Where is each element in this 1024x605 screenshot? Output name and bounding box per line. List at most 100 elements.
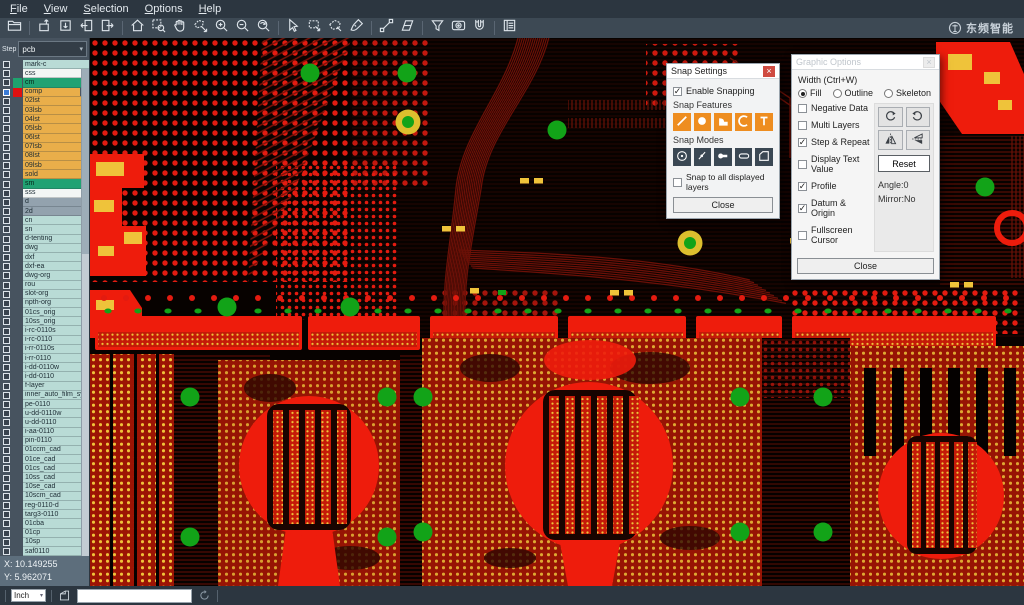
toolbar-rect-select-button[interactable]: [304, 19, 325, 37]
pcb-canvas[interactable]: Snap Settings × ✓ Enable Snapping Snap F…: [90, 38, 1024, 586]
layer-row[interactable]: i-rc-0110: [0, 336, 89, 345]
snap-mode-slot-outline-button[interactable]: [735, 148, 753, 166]
layer-visibility-checkbox[interactable]: [0, 216, 13, 225]
layer-visibility-checkbox[interactable]: [0, 124, 13, 133]
layer-row[interactable]: cm: [0, 78, 89, 87]
layer-row[interactable]: cn: [0, 216, 89, 225]
layer-row[interactable]: u-dd-0110: [0, 418, 89, 427]
layer-visibility-checkbox[interactable]: [0, 382, 13, 391]
layer-visibility-checkbox[interactable]: [0, 262, 13, 271]
layer-visibility-checkbox[interactable]: [0, 253, 13, 262]
snap-feature-corner-button[interactable]: [714, 113, 732, 131]
toolbar-page-arrow-right-button[interactable]: [97, 19, 118, 37]
layer-row[interactable]: i-rc-0110s: [0, 326, 89, 335]
layer-visibility-checkbox[interactable]: [0, 336, 13, 345]
layer-visibility-checkbox[interactable]: [0, 308, 13, 317]
layer-visibility-checkbox[interactable]: [0, 271, 13, 280]
sync-icon[interactable]: [197, 588, 212, 603]
toolbar-page-arrow-left-button[interactable]: [76, 19, 97, 37]
toolbar-zoom-region-button[interactable]: [148, 19, 169, 37]
layer-visibility-checkbox[interactable]: [0, 538, 13, 547]
graphic-checkbox-negative-data[interactable]: Negative Data: [798, 103, 872, 113]
layer-visibility-checkbox[interactable]: [0, 88, 13, 97]
layer-row[interactable]: 04lst: [0, 115, 89, 124]
reset-button[interactable]: Reset: [878, 155, 930, 172]
layer-row[interactable]: i-dd-0110: [0, 372, 89, 381]
snap-feature-text-button[interactable]: [755, 113, 773, 131]
graphic-checkbox-step-repeat[interactable]: ✓Step & Repeat: [798, 137, 872, 147]
layer-row[interactable]: i-dd-0110w: [0, 363, 89, 372]
layer-visibility-checkbox[interactable]: [0, 501, 13, 510]
layer-row[interactable]: sss: [0, 189, 89, 198]
layer-visibility-checkbox[interactable]: [0, 437, 13, 446]
graphic-checkbox-profile[interactable]: ✓Profile: [798, 181, 872, 191]
layer-visibility-checkbox[interactable]: [0, 60, 13, 69]
layer-visibility-checkbox[interactable]: [0, 529, 13, 538]
layer-row[interactable]: 01ccm_cad: [0, 446, 89, 455]
layer-visibility-checkbox[interactable]: [0, 161, 13, 170]
layer-visibility-checkbox[interactable]: [0, 170, 13, 179]
layer-visibility-checkbox[interactable]: [0, 299, 13, 308]
layer-visibility-checkbox[interactable]: [0, 281, 13, 290]
layer-row[interactable]: targ3-0110: [0, 510, 89, 519]
layer-row[interactable]: 10se_cad: [0, 483, 89, 492]
flip-v-button[interactable]: [906, 130, 931, 150]
width-radio-outline[interactable]: Outline: [833, 88, 874, 98]
layer-visibility-checkbox[interactable]: [0, 446, 13, 455]
layer-visibility-checkbox[interactable]: [0, 152, 13, 161]
toolbar-eye-view-button[interactable]: [448, 19, 469, 37]
layer-row[interactable]: pe-0110: [0, 400, 89, 409]
layer-visibility-checkbox[interactable]: [0, 519, 13, 528]
layer-row[interactable]: 01cba: [0, 519, 89, 528]
layer-row[interactable]: 05lsb: [0, 124, 89, 133]
step-select[interactable]: pcb ▾: [18, 41, 87, 57]
layer-visibility-checkbox[interactable]: [0, 106, 13, 115]
layer-row[interactable]: inner_auto_film_symb: [0, 391, 89, 400]
layer-visibility-checkbox[interactable]: [0, 400, 13, 409]
layer-visibility-checkbox[interactable]: [0, 244, 13, 253]
layer-row[interactable]: d-tenting: [0, 235, 89, 244]
layer-visibility-checkbox[interactable]: [0, 354, 13, 363]
graphic-checkbox-fullscreen-cursor[interactable]: Fullscreen Cursor: [798, 225, 872, 245]
layer-visibility-checkbox[interactable]: [0, 207, 13, 216]
snap-mode-center-button[interactable]: [673, 148, 691, 166]
layer-visibility-checkbox[interactable]: [0, 198, 13, 207]
layer-row[interactable]: 10scm_cad: [0, 492, 89, 501]
toolbar-form-panel-button[interactable]: [499, 19, 520, 37]
layer-row[interactable]: u-dd-0110w: [0, 409, 89, 418]
layer-visibility-checkbox[interactable]: [0, 510, 13, 519]
layer-visibility-checkbox[interactable]: [0, 235, 13, 244]
layer-row[interactable]: comp: [0, 88, 89, 97]
toolbar-filter-funnel-button[interactable]: [427, 19, 448, 37]
layer-visibility-checkbox[interactable]: [0, 483, 13, 492]
layer-visibility-checkbox[interactable]: [0, 317, 13, 326]
layer-visibility-checkbox[interactable]: [0, 97, 13, 106]
layer-row[interactable]: dwg-org: [0, 271, 89, 280]
close-icon[interactable]: ×: [923, 57, 935, 68]
layer-row[interactable]: sm: [0, 179, 89, 188]
layer-row[interactable]: 03lsb: [0, 106, 89, 115]
layer-visibility-checkbox[interactable]: [0, 189, 13, 198]
layer-row[interactable]: 01cp: [0, 529, 89, 538]
toolbar-folder-open-button[interactable]: [4, 19, 25, 37]
layer-visibility-checkbox[interactable]: [0, 492, 13, 501]
layer-row[interactable]: i-rr-0110s: [0, 345, 89, 354]
menu-options[interactable]: Options: [137, 0, 191, 18]
width-radio-skeleton[interactable]: Skeleton: [884, 88, 931, 98]
layer-row[interactable]: reg-0110-d: [0, 501, 89, 510]
layer-visibility-checkbox[interactable]: [0, 134, 13, 143]
layer-row[interactable]: slot-org: [0, 290, 89, 299]
layer-row[interactable]: pin-0110: [0, 437, 89, 446]
toolbar-select-arrow-button[interactable]: [283, 19, 304, 37]
layer-row[interactable]: npth-org: [0, 299, 89, 308]
snap-mode-surface-button[interactable]: [755, 148, 773, 166]
layer-row[interactable]: sn: [0, 225, 89, 234]
layer-row[interactable]: 01ce_cad: [0, 455, 89, 464]
toolbar-import-down-button[interactable]: [55, 19, 76, 37]
toolbar-measure-line-button[interactable]: [376, 19, 397, 37]
toolbar-brush-button[interactable]: [346, 19, 367, 37]
layer-visibility-checkbox[interactable]: [0, 372, 13, 381]
snap-mode-slot-filled-button[interactable]: [714, 148, 732, 166]
rotate-cw-button[interactable]: [878, 107, 903, 127]
width-radio-fill[interactable]: Fill: [798, 88, 822, 98]
